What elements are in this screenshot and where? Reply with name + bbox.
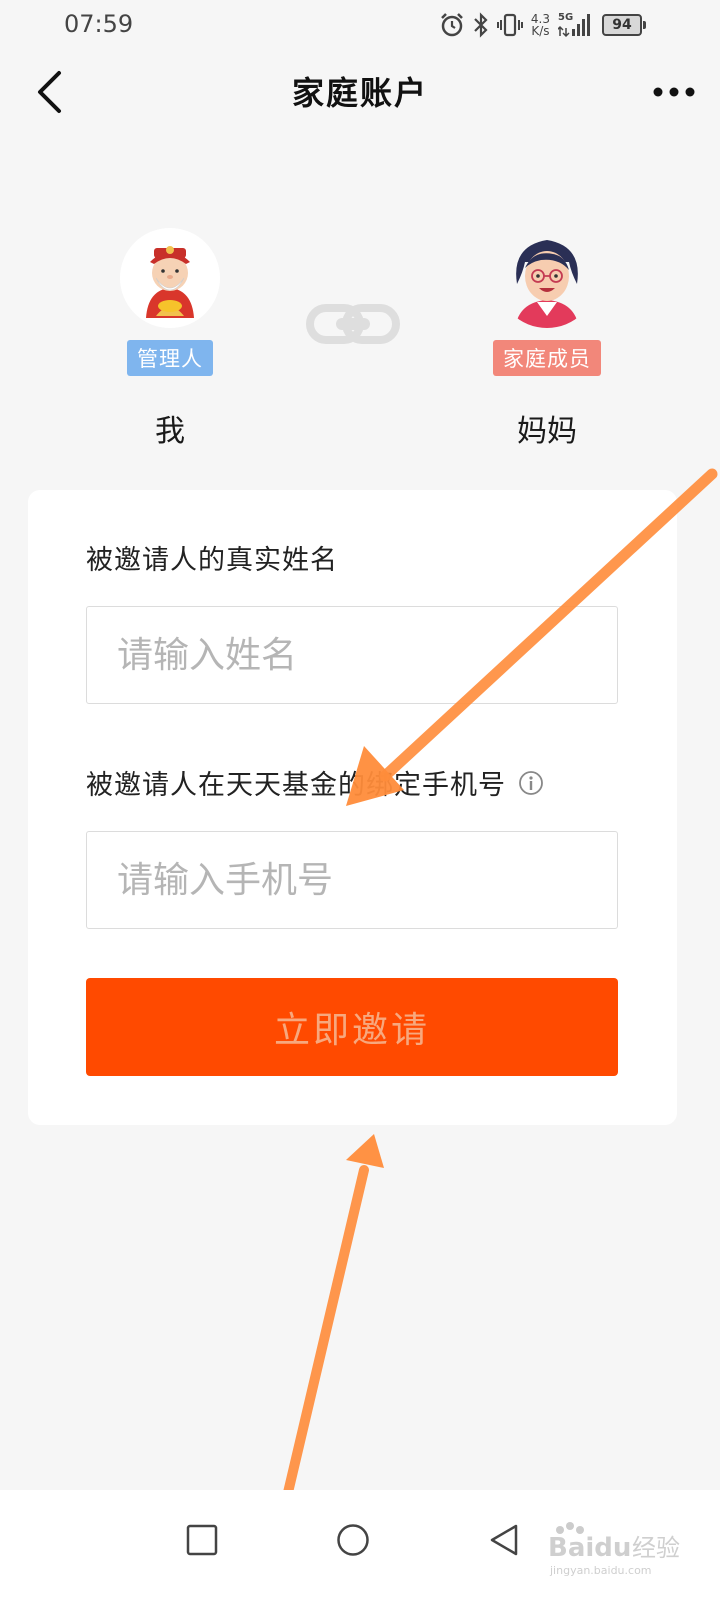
status-bar: 07:59 4.3 K/s 5G 94 xyxy=(0,0,720,50)
signal-icon: 5G xyxy=(558,12,592,38)
phone-field-label: 被邀请人在天天基金的绑定手机号 xyxy=(86,763,544,802)
avatar-grandma-icon xyxy=(515,240,579,328)
member-name: 妈妈 xyxy=(517,414,577,449)
phone-label-text: 被邀请人在天天基金的绑定手机号 xyxy=(86,770,506,801)
bluetooth-icon xyxy=(474,12,488,38)
invite-form: 被邀请人的真实姓名 被邀请人在天天基金的绑定手机号 立即邀请 xyxy=(28,490,677,1125)
member-name: 我 xyxy=(155,414,185,449)
circle-icon xyxy=(337,1524,369,1556)
triangle-back-icon xyxy=(490,1524,518,1556)
system-nav-bar: Baidu 经验 jingyan.baidu.com xyxy=(0,1490,720,1600)
more-icon xyxy=(653,87,695,97)
page-title: 家庭账户 xyxy=(291,74,428,112)
network-speed: 4.3 K/s xyxy=(531,13,550,37)
status-time: 07:59 xyxy=(64,10,134,38)
role-badge: 家庭成员 xyxy=(493,340,601,376)
watermark-site: jingyan.baidu.com xyxy=(549,1564,652,1577)
avatar-fortune-god-icon xyxy=(120,228,220,328)
alarm-icon xyxy=(441,13,463,37)
baidu-jingyan-watermark: Baidu 经验 jingyan.baidu.com xyxy=(548,1522,680,1577)
status-icons: 4.3 K/s 5G xyxy=(439,11,592,39)
home-button[interactable] xyxy=(323,1510,383,1570)
role-badge: 管理人 xyxy=(127,340,213,376)
recent-apps-button[interactable] xyxy=(172,1510,232,1570)
phone-input[interactable] xyxy=(86,831,618,929)
avatar xyxy=(497,228,597,328)
avatar xyxy=(120,228,220,328)
battery-indicator: 94 xyxy=(602,14,646,36)
member-family: 家庭成员 妈妈 xyxy=(457,228,637,450)
annotation-arrow-up xyxy=(277,1134,384,1523)
vibrate-icon xyxy=(496,13,523,37)
more-options-button[interactable] xyxy=(642,64,706,120)
nav-bar: 家庭账户 xyxy=(0,50,720,134)
name-input[interactable] xyxy=(86,606,618,704)
square-icon xyxy=(186,1524,218,1556)
link-icon xyxy=(306,302,400,350)
net-speed-unit: K/s xyxy=(531,24,550,38)
invite-button[interactable]: 立即邀请 xyxy=(86,978,618,1076)
name-field-label: 被邀请人的真实姓名 xyxy=(86,545,338,576)
battery-level: 94 xyxy=(612,17,632,33)
member-admin: 管理人 我 xyxy=(80,228,260,450)
info-icon[interactable] xyxy=(518,770,544,796)
system-back-button[interactable] xyxy=(474,1510,534,1570)
watermark-suffix: 经验 xyxy=(632,1534,680,1562)
watermark-brand: Baidu xyxy=(548,1533,631,1563)
